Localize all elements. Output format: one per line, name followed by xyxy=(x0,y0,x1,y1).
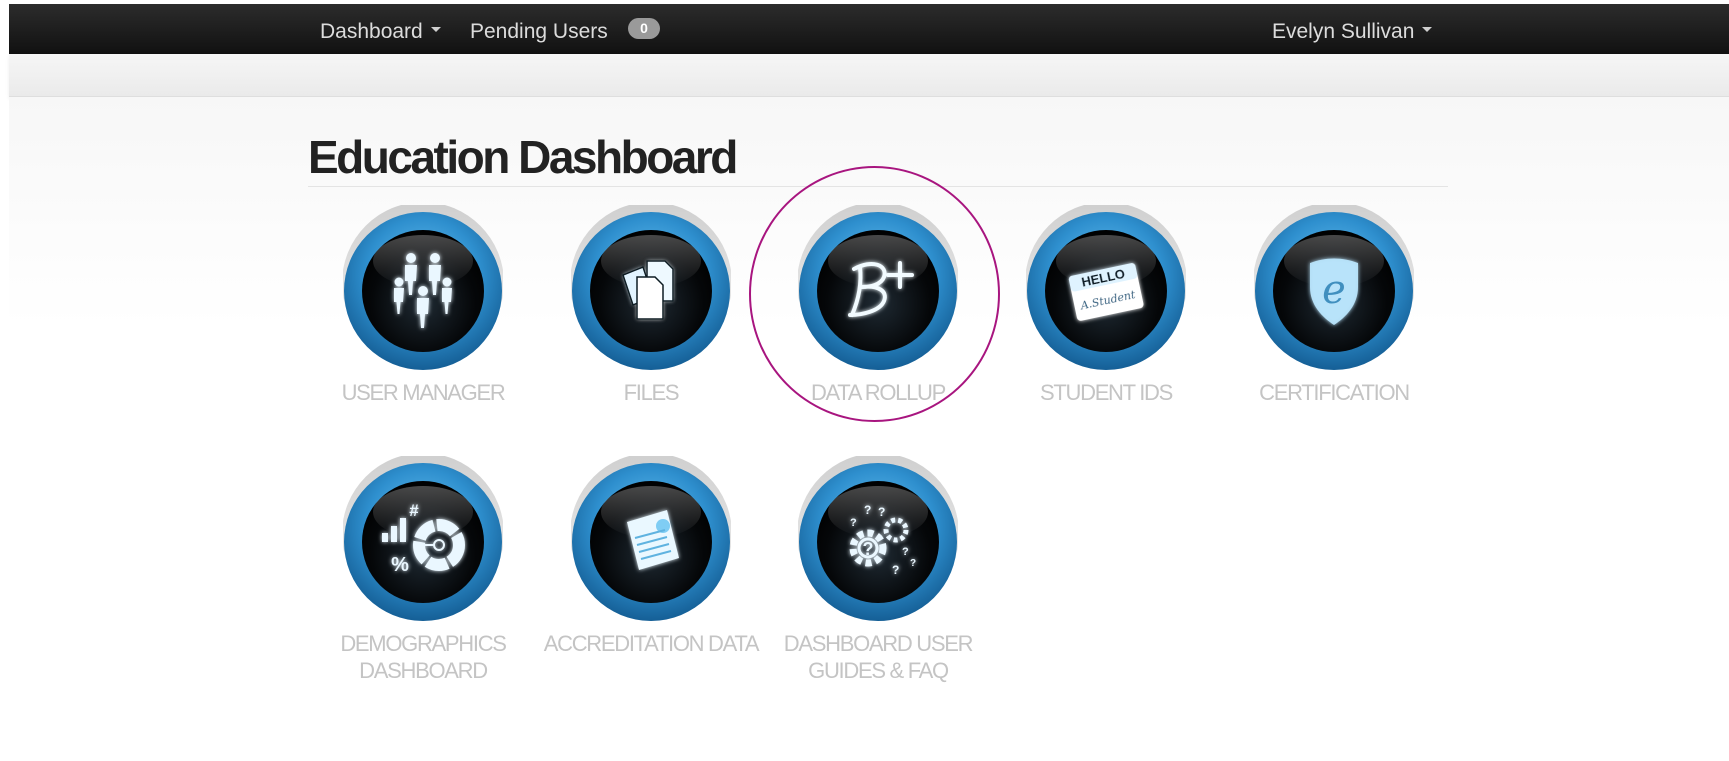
tile-label: DEMOGRAPHICS DASHBOARD xyxy=(340,631,507,683)
top-navbar: Dashboard Pending Users 0 Evelyn Sulliva… xyxy=(9,4,1729,54)
svg-text:?: ? xyxy=(892,563,899,577)
page-title: Education Dashboard xyxy=(308,131,738,183)
tile-label: CERTIFICATION xyxy=(1259,380,1410,405)
user-menu[interactable]: Evelyn Sullivan xyxy=(1272,4,1433,54)
page: Dashboard Pending Users 0 Evelyn Sulliva… xyxy=(0,0,1729,761)
svg-text:?: ? xyxy=(850,517,857,529)
pending-users-badge: 0 xyxy=(628,18,660,39)
dashboard-menu-label: Dashboard xyxy=(320,20,423,43)
svg-text:?: ? xyxy=(863,539,874,559)
hash-symbol: # xyxy=(409,501,419,520)
stats-chart-icon: # % xyxy=(343,456,503,622)
people-icon xyxy=(343,205,503,371)
pending-users-label: Pending Users xyxy=(470,20,608,43)
documents-icon xyxy=(571,205,731,371)
user-name: Evelyn Sullivan xyxy=(1272,20,1415,43)
svg-text:?: ? xyxy=(910,558,916,569)
tile-label: USER MANAGER xyxy=(341,380,506,405)
hello-name-tag-icon: HELLO A.Student xyxy=(1026,205,1186,371)
svg-text:?: ? xyxy=(902,546,909,558)
certificate-document-icon xyxy=(571,456,731,622)
tile-label: DASHBOARD USER GUIDES & FAQ xyxy=(783,631,974,683)
e-shield-icon: e xyxy=(1254,205,1414,371)
shield-letter: e xyxy=(1322,267,1346,313)
caret-down-icon xyxy=(430,26,441,32)
pending-users-link[interactable]: Pending Users xyxy=(470,4,608,54)
tile-label: STUDENT IDS xyxy=(1040,380,1173,405)
svg-text:?: ? xyxy=(864,503,871,517)
tile-label: DATA ROLLUP xyxy=(810,380,946,405)
svg-text:?: ? xyxy=(878,505,885,519)
sub-toolbar xyxy=(9,54,1729,97)
grade-b-plus-icon xyxy=(798,205,958,371)
tile-label: ACCREDITATION DATA xyxy=(543,631,760,656)
percent-symbol: % xyxy=(391,554,409,576)
title-divider xyxy=(308,186,1448,187)
tile-label: FILES xyxy=(623,380,680,405)
caret-down-icon xyxy=(1422,26,1433,32)
dashboard-menu[interactable]: Dashboard xyxy=(320,4,441,54)
gears-question-icon: ? ? ? ? ? ? ? xyxy=(798,456,958,622)
